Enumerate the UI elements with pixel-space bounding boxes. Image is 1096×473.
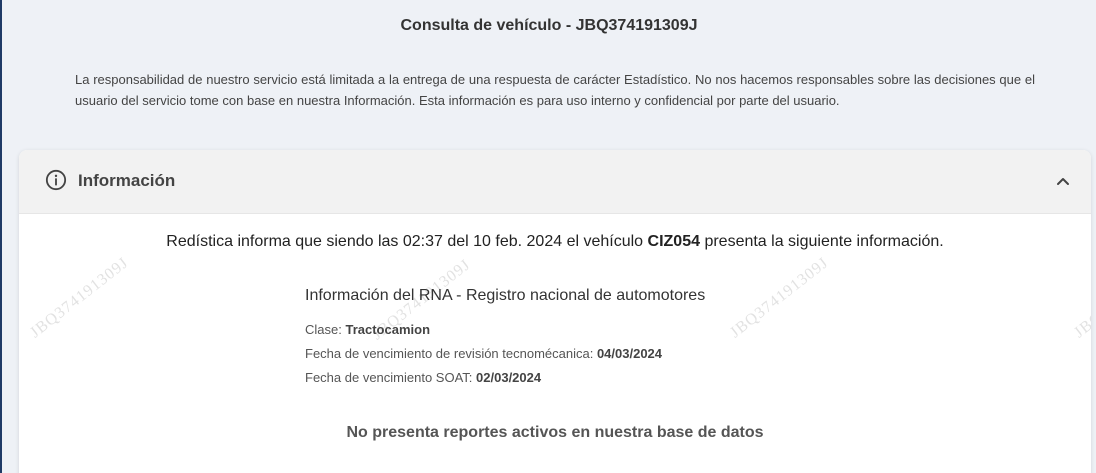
rna-clase-row: Clase: Tractocamion	[305, 322, 905, 346]
rna-tecno-row: Fecha de vencimiento de revisión tecnomé…	[305, 346, 905, 370]
intro-suffix: presenta la siguiente información.	[704, 233, 944, 250]
soat-value: 02/03/2024	[476, 370, 542, 385]
vehicle-plate: CIZ054	[647, 233, 700, 250]
rna-soat-row: Fecha de vencimiento SOAT: 02/03/2024	[305, 370, 905, 394]
soat-label: Fecha de vencimiento SOAT:	[305, 370, 473, 385]
page-title: Consulta de vehículo - JBQ374191309J	[400, 17, 698, 34]
information-card-header[interactable]: Información	[19, 150, 1091, 214]
clase-label: Clase:	[305, 322, 342, 337]
no-reports-message: No presenta reportes activos en nuestra …	[346, 424, 764, 441]
chevron-up-icon[interactable]	[1055, 173, 1071, 189]
intro-prefix: Redística informa que siendo las 02:37 d…	[166, 233, 644, 250]
info-circle-icon	[45, 169, 67, 191]
disclaimer-text: La responsabilidad de nuestro servicio e…	[75, 72, 1035, 108]
card-title: Información	[78, 171, 176, 190]
watermark-4: JBQ374191309J	[1071, 254, 1091, 342]
rna-section: Información del RNA - Registro nacional …	[305, 287, 905, 394]
page: Consulta de vehículo - JBQ374191309J La …	[0, 0, 1096, 473]
rna-title: Información del RNA - Registro nacional …	[305, 287, 706, 304]
intro-text: Redística informa que siendo las 02:37 d…	[19, 233, 1091, 251]
tecno-label: Fecha de vencimiento de revisión tecnomé…	[305, 346, 594, 361]
clase-value: Tractocamion	[345, 322, 431, 337]
tecno-value: 04/03/2024	[596, 346, 663, 361]
information-card: Información JBQ374191309J JBQ374191309J …	[19, 150, 1091, 473]
watermark-1: JBQ374191309J	[27, 254, 132, 342]
